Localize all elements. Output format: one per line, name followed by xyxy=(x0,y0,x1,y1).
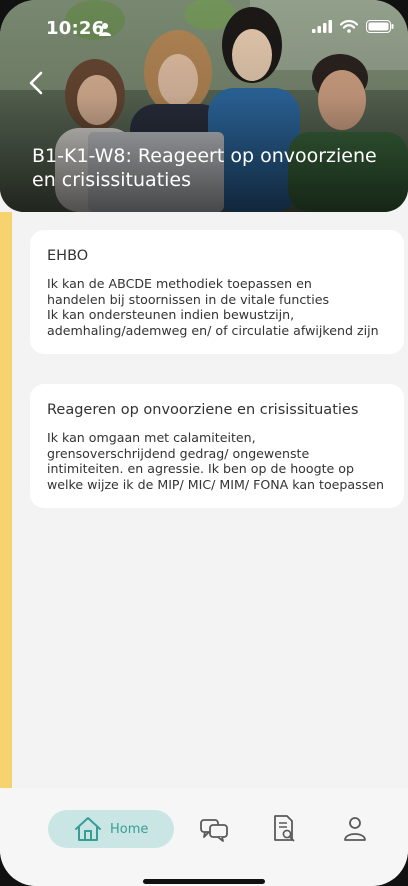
card-description-line: Ik kan ondersteunen indien bewustzijn, xyxy=(47,307,295,323)
status-bar: 10:26 xyxy=(0,16,408,44)
back-button[interactable] xyxy=(22,66,50,100)
page-title: B1-K1-W8: Reageert op onvoorziene en cri… xyxy=(32,144,392,192)
bottom-navigation: Home xyxy=(0,788,408,886)
card-title: Reageren op onvoorziene en crisissituati… xyxy=(47,402,359,418)
left-accent-bar xyxy=(0,212,12,788)
profile-icon[interactable] xyxy=(343,816,367,842)
card-description-line: Ik kan de ABCDE methodiek toepassen en xyxy=(47,276,312,291)
phone-screen: 10:26 B1-K1-W8: Reageert op onvoorziene … xyxy=(0,0,408,886)
person-icon xyxy=(99,23,111,36)
card-description: Ik kan omgaan met calamiteiten, grensove… xyxy=(47,430,388,492)
card-description-line: ademhaling/ademweg en/ of circulatie afw… xyxy=(47,322,379,338)
nav-home-tab[interactable]: Home xyxy=(48,810,174,848)
wifi-icon xyxy=(340,20,358,33)
card-description: Ik kan de ABCDE methodiek toepassen en h… xyxy=(47,276,388,338)
signal-icon xyxy=(312,20,332,33)
header-banner: 10:26 B1-K1-W8: Reageert op onvoorziene … xyxy=(0,0,408,212)
battery-icon xyxy=(366,20,394,33)
status-time: 10:26 xyxy=(46,18,105,39)
home-indicator[interactable] xyxy=(143,879,265,884)
competency-card-ehbo[interactable]: EHBO Ik kan de ABCDE methodiek toepassen… xyxy=(30,230,404,355)
document-search-icon[interactable] xyxy=(272,814,296,844)
card-description-line: intimiteiten. en agressie. Ik ben op de … xyxy=(47,461,354,477)
page-title-line-2: en crisissituaties xyxy=(32,169,192,191)
competency-card-crisis[interactable]: Reageren op onvoorziene en crisissituati… xyxy=(30,384,404,509)
chevron-left-icon xyxy=(29,71,43,95)
card-description-line: handelen bij stoornissen in de vitale fu… xyxy=(47,291,330,307)
nav-home-label: Home xyxy=(110,821,149,837)
status-indicators xyxy=(312,20,394,33)
card-description-line: Ik kan omgaan met calamiteiten, xyxy=(47,430,256,445)
chat-icon[interactable] xyxy=(199,816,229,842)
home-icon xyxy=(75,817,101,841)
card-description-line: grensoverschrijdend gedrag/ ongewenste xyxy=(47,445,310,461)
page-title-line-1: B1-K1-W8: Reageert op onvoorziene xyxy=(32,145,377,167)
card-description-line: welke wijze ik de MIP/ MIC/ MIM/ FONA ka… xyxy=(47,476,384,492)
card-title: EHBO xyxy=(47,248,89,264)
